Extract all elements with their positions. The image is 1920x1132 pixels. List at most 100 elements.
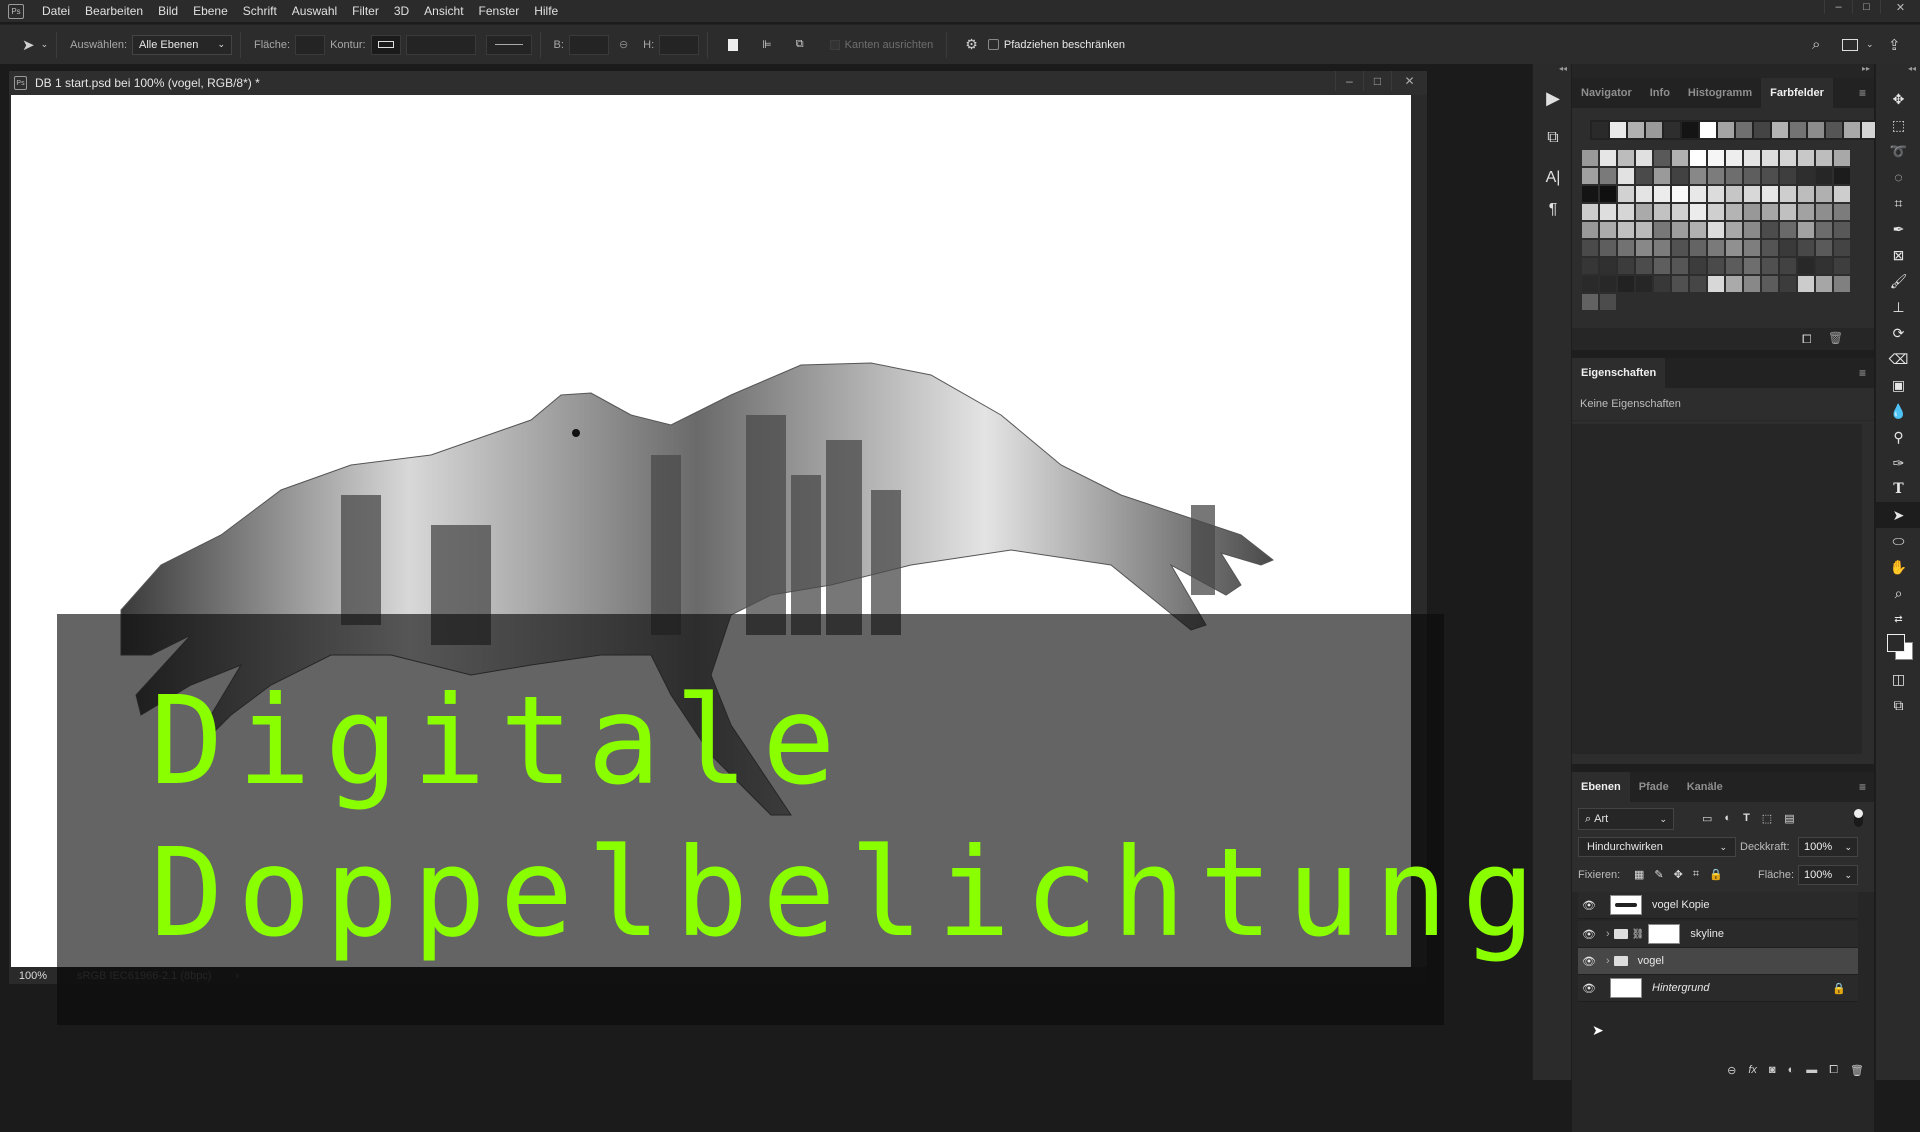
link-icon[interactable]: ⊖ [619,38,628,51]
new-layer-icon[interactable]: ⧠ [1829,1064,1838,1080]
actions-play-icon[interactable]: ▶ [1533,78,1573,118]
frame-tool-icon[interactable]: ⊠ [1876,242,1920,268]
dodge-tool-icon[interactable]: ⚲ [1876,424,1920,450]
swatch[interactable] [1600,258,1616,274]
swatch[interactable] [1672,276,1688,292]
gear-icon[interactable]: ⚙ [965,36,978,53]
swatch[interactable] [1726,222,1742,238]
swatch[interactable] [1726,204,1742,220]
swatch[interactable] [1708,186,1724,202]
ellipse-tool-icon[interactable]: ⬭ [1876,528,1920,554]
recent-swatch[interactable] [1718,122,1734,138]
path-select-tool-icon[interactable]: ➤ [1876,502,1920,528]
recent-swatch[interactable] [1592,122,1608,138]
swatch[interactable] [1816,258,1832,274]
swatch[interactable] [1582,168,1598,184]
maximize-button[interactable]: □ [1852,0,1880,14]
swatch[interactable] [1744,276,1760,292]
swatch[interactable] [1744,258,1760,274]
blend-mode-dropdown[interactable]: Hindurchwirken ⌄ [1578,837,1736,857]
recent-swatch[interactable] [1790,122,1806,138]
swatch[interactable] [1582,186,1598,202]
share-icon[interactable]: ⇪ [1888,36,1901,54]
expand-chevron-icon[interactable]: › [1606,928,1610,940]
swatch[interactable] [1762,204,1778,220]
swatch[interactable] [1726,150,1742,166]
stroke-swatch[interactable] [370,34,401,55]
recent-swatch[interactable] [1700,122,1716,138]
trash-icon[interactable]: 🗑 [1828,331,1843,345]
swatch[interactable] [1708,204,1724,220]
adjustment-filter-icon[interactable]: ◐ [1724,812,1731,825]
paragraph-icon[interactable]: ¶ [1533,198,1573,222]
new-swatch-icon[interactable]: ⧠ [1802,332,1812,347]
layer-row[interactable]: 👁 Hintergrund 🔒 [1578,975,1858,1002]
swatch[interactable] [1780,186,1796,202]
swatch[interactable] [1654,240,1670,256]
swatch[interactable] [1816,276,1832,292]
swatch[interactable] [1762,258,1778,274]
swatch[interactable] [1690,258,1706,274]
swatch[interactable] [1798,186,1814,202]
pixel-filter-icon[interactable]: ▭ [1702,812,1712,825]
swatch[interactable] [1654,150,1670,166]
recent-swatch[interactable] [1628,122,1644,138]
swatch[interactable] [1600,168,1616,184]
tools-collapse-icon[interactable]: ◂◂ [1876,64,1920,86]
swatch[interactable] [1798,204,1814,220]
swatch[interactable] [1780,204,1796,220]
swatch[interactable] [1708,168,1724,184]
layers-menu-icon[interactable]: ≡ [1859,772,1866,802]
swatch[interactable] [1654,222,1670,238]
recent-swatch[interactable] [1646,122,1662,138]
swatch[interactable] [1834,258,1850,274]
swatch[interactable] [1816,168,1832,184]
swatch[interactable] [1618,222,1634,238]
doc-minimize-button[interactable]: – [1335,71,1363,91]
quick-mask-icon[interactable]: ◫ [1876,666,1920,692]
type-filter-icon[interactable]: T [1743,812,1750,825]
stroke-width-field[interactable] [405,34,476,55]
swatch[interactable] [1600,276,1616,292]
height-field[interactable] [659,34,700,55]
swatch[interactable] [1798,168,1814,184]
history-icon[interactable]: ⧉ [1533,118,1573,158]
tab-histogramm[interactable]: Histogramm [1679,78,1761,108]
menu-filter[interactable]: Filter [352,4,379,18]
tab-ebenen[interactable]: Ebenen [1572,772,1630,802]
swatch[interactable] [1780,168,1796,184]
swatch[interactable] [1762,222,1778,238]
swatch[interactable] [1654,186,1670,202]
expand-chevron-icon[interactable]: › [1606,955,1610,967]
swatch[interactable] [1582,258,1598,274]
swatch[interactable] [1726,168,1742,184]
expand-icon[interactable]: ▸▸ [1572,64,1874,78]
eraser-tool-icon[interactable]: ⌫ [1876,346,1920,372]
swatch[interactable] [1798,222,1814,238]
swatch[interactable] [1762,186,1778,202]
screen-mode-icon[interactable]: ⧉ [1876,692,1920,718]
recent-swatch[interactable] [1826,122,1842,138]
swatch[interactable] [1672,240,1688,256]
menu-ansicht[interactable]: Ansicht [424,4,463,18]
swatch[interactable] [1762,168,1778,184]
new-group-icon[interactable]: ▬ [1806,1064,1817,1080]
swatch[interactable] [1762,240,1778,256]
crop-tool-icon[interactable]: ⌗ [1876,190,1920,216]
swatch[interactable] [1816,240,1832,256]
lock-image-icon[interactable]: ✎ [1654,868,1663,881]
eye-icon[interactable]: 👁 [1578,982,1600,995]
menu-datei[interactable]: Datei [42,4,70,18]
layer-row-selected[interactable]: 👁 › vogel [1578,948,1858,975]
workspace-chevron-icon[interactable]: ⌄ [1866,39,1874,50]
swatch[interactable] [1672,150,1688,166]
shape-filter-icon[interactable]: ⬚ [1762,812,1772,825]
swatch[interactable] [1708,240,1724,256]
swatch[interactable] [1582,222,1598,238]
workspace-icon[interactable] [1842,38,1858,51]
recent-swatch[interactable] [1682,122,1698,138]
swatch[interactable] [1600,204,1616,220]
swatch[interactable] [1582,294,1598,310]
swatch[interactable] [1636,186,1652,202]
swatch[interactable] [1654,204,1670,220]
